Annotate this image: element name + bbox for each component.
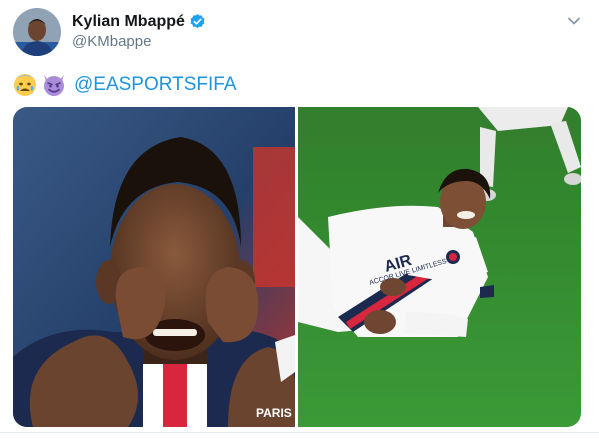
photo-celebration[interactable]: PARIS [13,107,295,427]
celebration-photo-icon: PARIS [13,107,295,427]
mention-link[interactable]: @EASPORTSFIFA [74,74,237,96]
tweet-text: @EASPORTSFIFA [13,72,237,98]
user-avatar[interactable] [13,8,61,56]
name-row: Kylian Mbappé [72,11,206,32]
avatar-photo-icon [13,8,61,56]
crying-face-emoji-icon [13,73,37,97]
smiling-face-with-horns-emoji-icon [42,73,66,97]
user-handle[interactable]: @KMbappe [72,33,206,50]
tweet-card: Kylian Mbappé @KMbappe @EASPORTSFIFA PAR… [0,0,599,438]
bottom-divider [0,432,599,433]
photo-on-pitch[interactable]: AIR ACCOR LIVE LIMITLESS [298,107,581,427]
jersey-text: PARIS [256,406,292,420]
display-name[interactable]: Kylian Mbappé [72,13,185,31]
verified-badge-icon [189,13,206,30]
media-grid: PARIS AIR ACCOR LIVE LIMITLESS [13,107,581,427]
author-block: Kylian Mbappé @KMbappe [72,11,206,50]
pitch-photo-icon: AIR ACCOR LIVE LIMITLESS [298,107,581,427]
more-options-chevron-down-icon[interactable] [567,14,581,28]
